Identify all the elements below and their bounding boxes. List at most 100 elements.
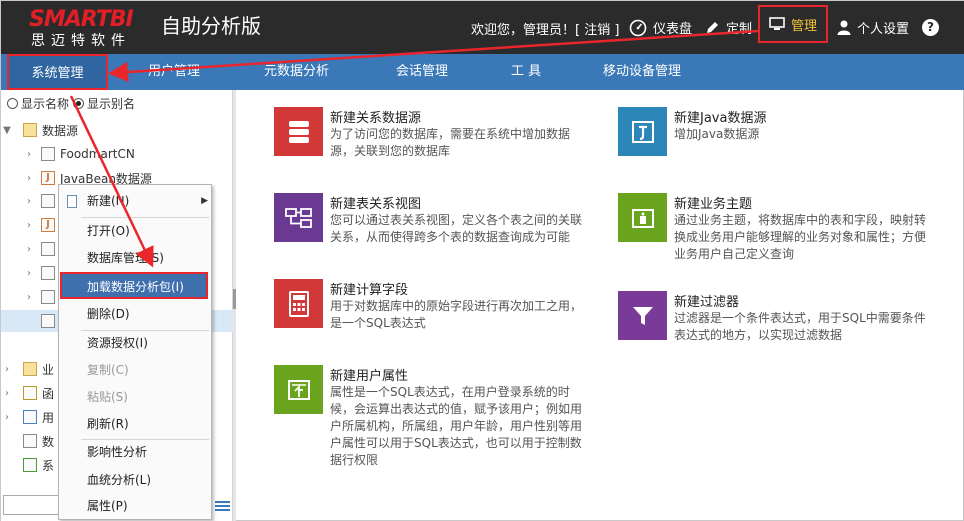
nav-dashboard-label: 仪表盘 xyxy=(653,22,693,37)
tile-title: 新建Java数据源 xyxy=(674,111,767,126)
logo: SMARTBI 思迈特软件 xyxy=(29,7,145,50)
settings-icon xyxy=(23,458,37,472)
caret-right-icon[interactable]: › xyxy=(23,268,35,279)
database-icon xyxy=(41,242,55,256)
caret-right-icon[interactable]: › xyxy=(1,412,13,423)
context-menu: 新建(N) ▶ 打开(O) 数据库管理(S) 加载数据分析包(I) 删除(D) … xyxy=(58,184,212,520)
ctx-db-manage[interactable]: 数据库管理(S) xyxy=(59,245,211,272)
tree-label: 业 xyxy=(42,362,55,377)
app-title: 自助分析版 xyxy=(161,14,261,38)
database-icon xyxy=(23,434,37,448)
splitter-grip-icon[interactable] xyxy=(233,289,236,309)
tree-label: FoodmartCN xyxy=(60,147,135,161)
radio-show-alias-label: 显示别名 xyxy=(87,97,136,111)
calculator-icon xyxy=(274,279,323,328)
tree-label: 数 xyxy=(42,434,55,449)
radio-button-selected xyxy=(73,98,85,109)
list-view-icon[interactable] xyxy=(215,501,230,511)
database-icon xyxy=(41,290,55,304)
caret-right-icon[interactable]: › xyxy=(23,173,35,184)
java-source-icon xyxy=(618,107,667,156)
tile-title: 新建计算字段 xyxy=(330,283,409,298)
database-icon xyxy=(41,194,55,208)
tile-title: 新建关系数据源 xyxy=(330,111,422,126)
ctx-resource-grant[interactable]: 资源授权(I) xyxy=(59,330,211,357)
radio-show-name-label: 显示名称 xyxy=(21,97,70,111)
relation-view-icon xyxy=(274,193,323,242)
ctx-new[interactable]: 新建(N) ▶ xyxy=(59,188,211,215)
menu-metadata-analysis[interactable]: 元数据分析 xyxy=(264,54,329,90)
java-icon: J xyxy=(41,218,55,232)
folder-icon xyxy=(23,362,37,376)
tree-node-datasource[interactable]: ▼ 数据源 xyxy=(1,119,233,141)
tile-description: 用于对数据库中的原始字段进行再次加工之用，是一个SQL表达式 xyxy=(330,299,583,330)
menu-system-manage[interactable]: 系统管理 xyxy=(7,54,108,90)
dashboard-gauge-icon xyxy=(629,19,647,37)
radio-button xyxy=(7,98,18,109)
caret-right-icon[interactable]: › xyxy=(23,292,35,303)
radio-show-name[interactable]: 显示名称 xyxy=(7,95,69,112)
nav-personal-settings[interactable]: 个人设置 xyxy=(837,1,909,54)
menu-session-manage[interactable]: 会话管理 xyxy=(396,54,448,90)
caret-right-icon[interactable]: › xyxy=(23,244,35,255)
nav-manage-label: 管理 xyxy=(791,18,818,34)
tile-description: 属性是一个SQL表达式，在用户登录系统的时候，会运算出表达式的值，赋予该用户；例… xyxy=(330,385,583,467)
business-theme-icon xyxy=(618,193,667,242)
ctx-new-label: 新建(N) xyxy=(87,194,130,208)
tree-label: 数据源 xyxy=(42,123,79,138)
menu-user-manage[interactable]: 用户管理 xyxy=(148,54,200,90)
tree-label: 用 xyxy=(42,410,55,425)
caret-right-icon[interactable]: › xyxy=(23,149,35,160)
ctx-delete[interactable]: 删除(D) xyxy=(59,301,211,328)
ctx-impact-analysis[interactable]: 影响性分析 xyxy=(59,439,211,466)
tree-label: 系 xyxy=(42,458,55,473)
java-icon: J xyxy=(41,171,55,185)
monitor-icon xyxy=(769,17,785,31)
function-icon xyxy=(23,386,37,400)
nav-custom-label: 定制 xyxy=(726,22,753,37)
caret-right-icon[interactable]: › xyxy=(1,364,13,375)
nav-custom[interactable]: 定制 xyxy=(705,1,752,54)
nav-dashboard[interactable]: 仪表盘 xyxy=(629,1,692,54)
tree-node-foodmartcn[interactable]: › FoodmartCN xyxy=(1,143,233,165)
ctx-properties[interactable]: 属性(P) xyxy=(59,493,211,520)
tree-label: 函 xyxy=(42,386,55,401)
radio-show-alias[interactable]: 显示别名 xyxy=(73,95,135,112)
folder-icon xyxy=(23,123,37,137)
welcome-text[interactable]: 欢迎您，管理员！[ 注销 ] xyxy=(471,19,619,38)
caret-right-icon[interactable]: › xyxy=(23,220,35,231)
package-icon xyxy=(41,314,55,328)
ctx-copy: 复制(C) xyxy=(87,363,129,377)
ctx-refresh[interactable]: 刷新(R) xyxy=(59,411,211,438)
new-file-icon xyxy=(67,195,77,208)
tile-description: 增加Java数据源 xyxy=(674,127,760,141)
tile-description: 过滤器是一个条件表达式，用于SQL中需要条件表达式的地方，以实现过滤数据 xyxy=(674,311,926,342)
ctx-open[interactable]: 打开(O) xyxy=(59,218,211,245)
top-header: SMARTBI 思迈特软件 自助分析版 欢迎您，管理员！[ 注销 ] 仪表盘 定… xyxy=(1,1,964,54)
tile-title: 新建过滤器 xyxy=(674,295,740,310)
nav-manage[interactable]: 管理 xyxy=(758,5,829,43)
menu-tools[interactable]: 工 具 xyxy=(511,54,541,90)
nav-personal-label: 个人设置 xyxy=(857,22,910,37)
logo-subtitle: 思迈特软件 xyxy=(31,33,131,49)
menu-mobile-manage[interactable]: 移动设备管理 xyxy=(603,54,681,90)
caret-right-icon[interactable]: › xyxy=(1,388,13,399)
pencil-icon xyxy=(705,20,720,35)
ctx-load-analysis-package[interactable]: 加载数据分析包(I) xyxy=(60,272,208,299)
tile-description: 为了访问您的数据库，需要在系统中增加数据源，关联到您的数据库 xyxy=(330,127,571,158)
database-icon xyxy=(41,147,55,161)
ctx-paste: 粘贴(S) xyxy=(87,390,128,404)
tile-title: 新建用户属性 xyxy=(330,369,409,384)
main-menubar: 系统管理 用户管理 元数据分析 会话管理 工 具 移动设备管理 xyxy=(1,54,964,90)
caret-right-icon[interactable]: › xyxy=(23,196,35,207)
tile-description: 通过业务主题，将数据库中的表和字段，映射转换成业务用户能够理解的业务对象和属性；… xyxy=(674,213,927,261)
ctx-lineage-analysis[interactable]: 血统分析(L) xyxy=(59,467,211,494)
database-stack-icon xyxy=(274,107,323,156)
help-icon[interactable]: ? xyxy=(922,19,939,36)
logo-text: SMARTBI xyxy=(29,7,134,32)
database-icon xyxy=(41,266,55,280)
tile-description: 您可以通过表关系视图，定义各个表之间的关联关系，从而使得跨多个表的数据查询成为可… xyxy=(330,213,583,244)
submenu-arrow-icon: ▶ xyxy=(201,196,208,206)
tile-title: 新建业务主题 xyxy=(674,197,753,212)
caret-down-icon[interactable]: ▼ xyxy=(1,125,13,136)
